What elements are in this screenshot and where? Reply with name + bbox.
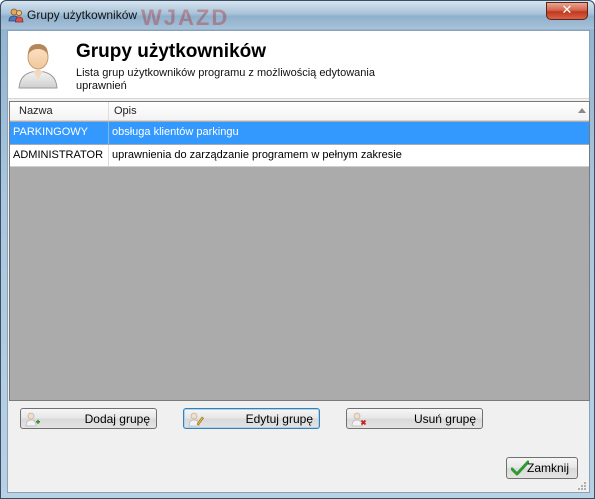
close-button[interactable]: Zamknij xyxy=(506,457,578,479)
add-user-icon xyxy=(25,411,41,427)
column-header-nazwa[interactable]: Nazwa xyxy=(19,105,53,117)
column-divider[interactable] xyxy=(108,102,109,121)
groups-grid[interactable]: Nazwa Opis PARKINGOWY obsługa klientów p… xyxy=(9,101,590,401)
dialog-client-area: Grupy użytkowników Lista grup użytkownik… xyxy=(7,30,590,493)
table-row[interactable]: ADMINISTRATOR uprawnienia do zarządzanie… xyxy=(10,145,589,167)
cell-group-name: PARKINGOWY xyxy=(13,126,88,138)
dialog-header: Grupy użytkowników Lista grup użytkownik… xyxy=(8,31,589,99)
cell-divider xyxy=(108,122,109,144)
sort-ascending-icon xyxy=(578,108,586,113)
add-group-button[interactable]: Dodaj grupę xyxy=(20,408,157,429)
dialog-heading: Grupy użytkowników xyxy=(76,41,267,62)
cell-divider xyxy=(108,145,109,167)
cell-group-description: uprawnienia do zarządzanie programem w p… xyxy=(112,149,402,161)
delete-user-icon xyxy=(351,411,367,427)
title-watermark: WJAZD xyxy=(141,5,230,29)
delete-group-button[interactable]: Usuń grupę xyxy=(346,408,483,429)
close-icon: ✕ xyxy=(561,3,573,18)
resize-grip[interactable] xyxy=(577,480,587,490)
checkmark-icon xyxy=(510,460,530,476)
cell-group-name: ADMINISTRATOR xyxy=(13,149,104,161)
table-row[interactable]: PARKINGOWY obsługa klientów parkingu xyxy=(10,122,589,144)
window-close-button[interactable]: ✕ xyxy=(546,2,588,20)
edit-group-button[interactable]: Edytuj grupę xyxy=(183,408,320,429)
window-title: Grupy użytkowników xyxy=(27,8,138,22)
cell-group-description: obsługa klientów parkingu xyxy=(112,126,239,138)
users-group-icon xyxy=(8,7,24,23)
dialog-window: WJAZD Grupy użytkowników ✕ Grupy użytkow… xyxy=(0,0,595,499)
user-avatar-icon xyxy=(16,41,60,89)
close-label: Zamknij xyxy=(526,461,569,475)
title-bar[interactable]: WJAZD Grupy użytkowników ✕ xyxy=(1,1,594,29)
grid-header: Nazwa Opis xyxy=(10,102,589,121)
edit-group-label: Edytuj grupę xyxy=(245,412,313,426)
dialog-description: Lista grup użytkowników programu z możli… xyxy=(76,67,375,92)
column-header-opis[interactable]: Opis xyxy=(114,105,137,117)
edit-user-icon xyxy=(188,411,204,427)
delete-group-label: Usuń grupę xyxy=(413,412,476,426)
add-group-label: Dodaj grupę xyxy=(84,412,150,426)
